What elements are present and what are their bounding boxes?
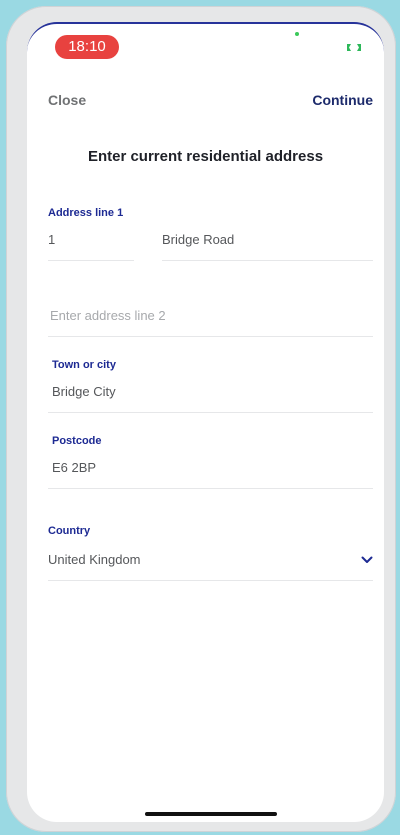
page-title: Enter current residential address <box>87 148 324 165</box>
country-underline <box>48 580 373 581</box>
top-navigation: Close Continue <box>27 90 384 114</box>
close-button[interactable]: Close <box>48 92 86 108</box>
app-screen: 18:10 Close Continue Enter current resid… <box>27 22 384 822</box>
continue-button[interactable]: Continue <box>312 92 373 108</box>
town-input[interactable]: Bridge City <box>52 384 116 399</box>
address-line-2-input[interactable]: Enter address line 2 <box>50 308 166 323</box>
home-indicator[interactable] <box>145 812 277 816</box>
street-input[interactable]: Bridge Road <box>162 232 234 247</box>
house-number-underline <box>48 260 134 261</box>
postcode-label: Postcode <box>52 435 102 447</box>
town-underline <box>48 412 373 413</box>
status-bar: 18:10 <box>27 24 384 64</box>
postcode-input[interactable]: E6 2BP <box>52 460 96 475</box>
country-select[interactable]: United Kingdom <box>48 552 141 567</box>
address-line-2-underline <box>48 336 373 337</box>
house-number-input[interactable]: 1 <box>48 232 55 247</box>
street-underline <box>162 260 373 261</box>
camera-indicator-icon <box>295 32 299 36</box>
country-label: Country <box>48 525 91 537</box>
postcode-underline <box>48 488 373 489</box>
address-line-1-label: Address line 1 <box>48 207 124 219</box>
chevron-down-icon[interactable] <box>361 556 373 564</box>
battery-icon <box>347 44 361 51</box>
town-label: Town or city <box>52 359 116 371</box>
status-time: 18:10 <box>55 35 119 59</box>
